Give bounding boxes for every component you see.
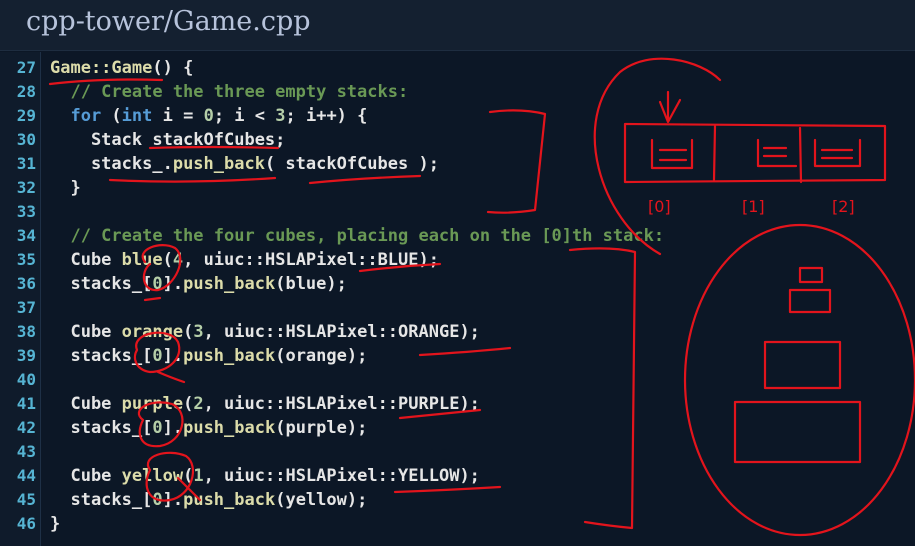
code-line[interactable]: for (int i = 0; i < 3; i++) { (50, 104, 367, 128)
code-editor[interactable]: 27 28 29 30 31 32 33 34 35 36 37 38 39 40 41 42 43 44 45 46… (0, 52, 915, 546)
code-token: ]. (162, 346, 184, 366)
code-token: ]. (162, 274, 184, 294)
code-token: 0 (203, 106, 214, 126)
code-token: ( (162, 250, 173, 270)
code-token: for (50, 106, 102, 126)
code-line[interactable]: stacks_[0].push_back(purple); (50, 416, 367, 440)
code-token: ( (183, 322, 194, 342)
code-token: Stack stackOfCubes; (50, 130, 286, 150)
code-token: ; i < (213, 106, 276, 126)
line-number: 30 (16, 130, 36, 149)
code-line[interactable]: // Create the three empty stacks: (50, 80, 408, 104)
code-token: ( stackOfCubes ); (264, 154, 439, 174)
line-number: 31 (16, 154, 36, 173)
code-line[interactable]: Cube purple(2, uiuc::HSLAPixel::PURPLE); (50, 392, 480, 416)
code-token: (purple); (275, 418, 368, 438)
file-title-bar: cpp-tower/Game.cpp (0, 0, 915, 51)
code-token: 3 (275, 106, 286, 126)
code-line[interactable]: Game::Game() { (50, 56, 193, 80)
code-token: Cube (50, 250, 122, 270)
code-line[interactable]: Cube yellow(1, uiuc::HSLAPixel::YELLOW); (50, 464, 480, 488)
slide-frame: cpp-tower/Game.cpp 27 28 29 30 31 32 33 34 35 36 3… (0, 0, 915, 546)
code-token: yellow (121, 466, 184, 486)
code-token: } (50, 514, 61, 534)
code-line[interactable]: stacks_[0].push_back(blue); (50, 272, 347, 296)
line-number: 39 (16, 346, 36, 365)
code-line[interactable]: } (50, 512, 60, 536)
code-token: 0 (152, 490, 163, 510)
line-number: 33 (16, 202, 36, 221)
code-token: stacks_. (50, 154, 173, 174)
code-token: ]. (162, 418, 184, 438)
code-token: Cube (50, 322, 122, 342)
code-token: , uiuc::HSLAPixel::ORANGE); (203, 322, 480, 342)
code-line[interactable]: // Create the four cubes, placing each o… (50, 224, 664, 248)
code-token: ( (183, 466, 194, 486)
code-token: ( (101, 106, 122, 126)
line-number: 45 (16, 490, 36, 509)
line-number: 40 (16, 370, 36, 389)
code-token: () { (152, 58, 194, 78)
line-number: 44 (16, 466, 36, 485)
line-number: 35 (16, 250, 36, 269)
line-number: 41 (16, 394, 36, 413)
code-token: blue (121, 250, 163, 270)
line-number: 32 (16, 178, 36, 197)
line-number: 42 (16, 418, 36, 437)
code-line[interactable]: stacks_[0].push_back(orange); (50, 344, 367, 368)
file-title: cpp-tower/Game.cpp (26, 6, 311, 37)
code-token: int (121, 106, 153, 126)
code-token: ]. (162, 490, 184, 510)
code-token: 3 (193, 322, 204, 342)
line-number: 46 (16, 514, 36, 533)
code-token: stacks_[ (50, 274, 153, 294)
code-token: // Create the three empty stacks: (50, 82, 409, 102)
code-token: Game::Game (50, 58, 153, 78)
line-number: 43 (16, 442, 36, 461)
code-token: 0 (152, 346, 163, 366)
code-token: orange (121, 322, 184, 342)
line-number: 38 (16, 322, 36, 341)
code-token: 0 (152, 274, 163, 294)
code-token: ( (183, 394, 194, 414)
code-line[interactable]: Cube orange(3, uiuc::HSLAPixel::ORANGE); (50, 320, 480, 344)
code-line[interactable]: stacks_[0].push_back(yellow); (50, 488, 367, 512)
code-token: ; i++) { (285, 106, 368, 126)
code-token: push_back (183, 346, 276, 366)
line-number-gutter: 27 28 29 30 31 32 33 34 35 36 37 38 39 40 41 42 43 44 45 46 (0, 52, 41, 546)
code-token: (orange); (275, 346, 368, 366)
line-number: 29 (16, 106, 36, 125)
code-token: , uiuc::HSLAPixel::PURPLE); (203, 394, 480, 414)
code-token: stacks_[ (50, 490, 153, 510)
code-token: } (50, 178, 81, 198)
code-token: i = (152, 106, 204, 126)
code-token: stacks_[ (50, 418, 153, 438)
code-token: stacks_[ (50, 346, 153, 366)
code-token: (blue); (275, 274, 347, 294)
code-token: push_back (172, 154, 265, 174)
code-token: 2 (193, 394, 204, 414)
line-number: 36 (16, 274, 36, 293)
code-line[interactable]: } (50, 176, 81, 200)
line-number: 27 (16, 58, 36, 77)
line-number: 28 (16, 82, 36, 101)
code-token: push_back (183, 418, 276, 438)
code-token: purple (121, 394, 184, 414)
code-line[interactable]: Stack stackOfCubes; (50, 128, 285, 152)
code-token: 4 (172, 250, 184, 270)
line-number: 37 (16, 298, 36, 317)
code-token: Cube (50, 466, 122, 486)
code-token: 0 (152, 418, 163, 438)
code-token: push_back (183, 490, 276, 510)
code-line[interactable]: stacks_.push_back( stackOfCubes ); (50, 152, 439, 176)
code-token: Cube (50, 394, 122, 414)
code-token: (yellow); (275, 490, 368, 510)
code-token: , uiuc::HSLAPixel::BLUE); (183, 250, 439, 270)
code-token: , uiuc::HSLAPixel::YELLOW); (203, 466, 480, 486)
code-token: push_back (183, 274, 276, 294)
code-line[interactable]: Cube blue(4, uiuc::HSLAPixel::BLUE); (50, 248, 439, 272)
code-token: 1 (193, 466, 204, 486)
line-number: 34 (16, 226, 36, 245)
code-token: // Create the four cubes, placing each o… (50, 226, 665, 246)
